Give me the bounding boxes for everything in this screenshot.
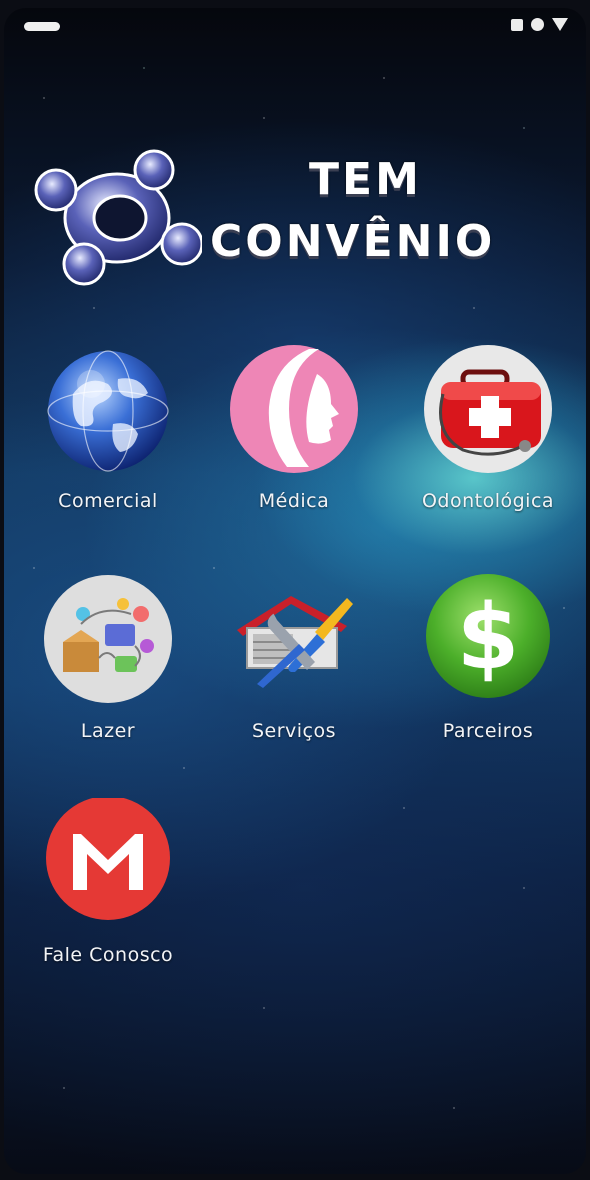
menu-item-comercial[interactable]: Comercial	[18, 344, 198, 512]
menu-item-fale-conosco[interactable]: Fale Conosco	[18, 796, 198, 966]
status-bar	[4, 8, 586, 48]
logo-title-line1: TEM	[309, 154, 422, 205]
menu-item-label: Odontológica	[421, 490, 555, 512]
mail-icon	[43, 796, 173, 928]
menu-item-label: Fale Conosco	[42, 944, 174, 966]
house-tools-icon	[229, 574, 359, 704]
svg-text:$: $	[457, 585, 520, 690]
circle-status-icon	[531, 18, 544, 31]
menu-item-label: Médica	[258, 490, 330, 512]
menu-item-medica[interactable]: Médica	[204, 344, 384, 512]
status-icons	[511, 18, 568, 31]
dollar-icon: $	[423, 574, 553, 704]
globe-icon	[43, 344, 173, 474]
menu-item-lazer[interactable]: Lazer	[18, 574, 198, 742]
leisure-icons-box-icon	[43, 574, 173, 704]
square-status-icon	[511, 18, 523, 31]
signal-triangle-icon	[552, 18, 568, 31]
menu-item-label: Serviços	[251, 720, 337, 742]
woman-profile-icon	[229, 344, 359, 474]
menu-item-odontologica[interactable]: Odontológica	[398, 344, 578, 512]
notification-pill-icon	[24, 22, 60, 31]
logo-title-line2: CONVÊNIO	[210, 216, 496, 267]
menu-item-parceiros[interactable]: $ Parceiros	[398, 574, 578, 742]
first-aid-kit-icon	[423, 344, 553, 474]
menu-item-servicos[interactable]: Serviços	[204, 574, 384, 742]
menu-item-label: Parceiros	[442, 720, 534, 742]
app-screen: TEM CONVÊNIO Comercial Médica Odontológi…	[4, 8, 586, 1174]
menu-item-label: Comercial	[58, 490, 158, 512]
people-circle-logo-icon	[32, 148, 204, 288]
menu-item-label: Lazer	[80, 720, 136, 742]
